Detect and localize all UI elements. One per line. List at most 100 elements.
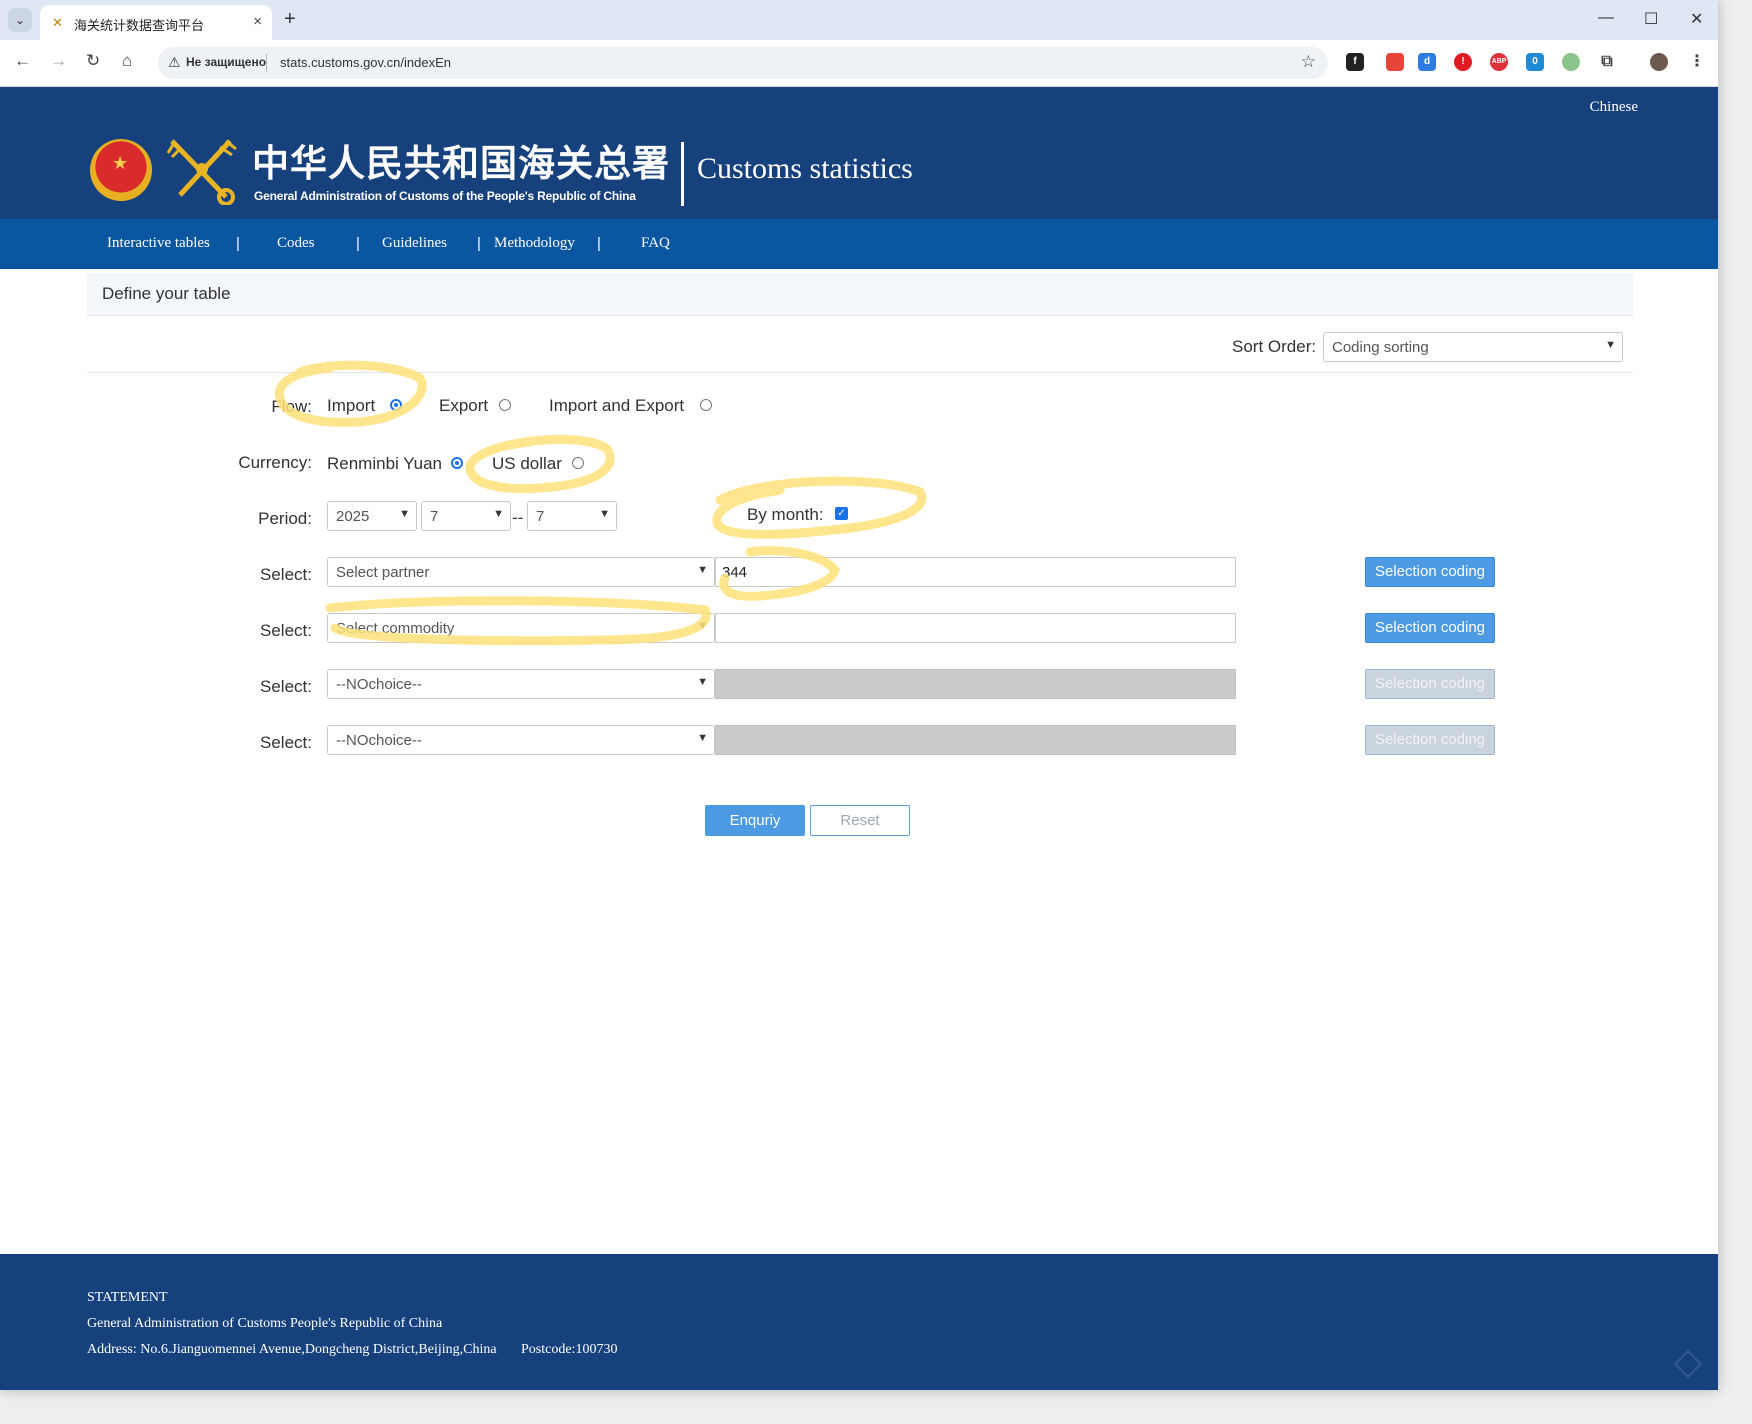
period-month-to-value: 7	[536, 508, 545, 525]
sort-order-select[interactable]: Coding sorting ▼	[1323, 332, 1623, 362]
flow-import-export-label[interactable]: Import and Export	[549, 396, 684, 416]
browser-tab[interactable]: ✕ 海关统计数据查询平台 ×	[40, 5, 272, 40]
third-dimension-value: --NOchoice--	[336, 676, 422, 693]
nav-faq[interactable]: FAQ	[641, 235, 670, 252]
nav-separator: |	[236, 235, 240, 252]
browser-window: ⌄ ✕ 海关统计数据查询平台 × + — ☐ ✕ ← → ↻ ⌂ ⚠ Не за…	[0, 0, 1718, 1390]
tab-title: 海关统计数据查询平台	[74, 18, 205, 33]
period-label: Period:	[258, 509, 312, 528]
reset-button[interactable]: Reset	[810, 805, 910, 836]
new-tab-icon[interactable]: +	[284, 8, 296, 31]
select-label: Select:	[260, 677, 312, 696]
period-month-from-value: 7	[430, 508, 439, 525]
extension-icon[interactable]	[1562, 53, 1580, 71]
extensions-puzzle-icon[interactable]: ⧉	[1598, 53, 1616, 71]
select-label: Select:	[260, 565, 312, 584]
currency-usd-label[interactable]: US dollar	[492, 454, 562, 474]
nav-separator: |	[597, 235, 601, 252]
url-text[interactable]: stats.customs.gov.cn/indexEn	[280, 55, 451, 70]
menu-kebab-icon[interactable]: ⋮	[1688, 53, 1706, 71]
third-dimension-code-input[interactable]	[715, 669, 1236, 699]
partner-selection-coding-button[interactable]: Selection coding	[1365, 557, 1495, 587]
chevron-down-icon: ▼	[697, 676, 708, 688]
flow-import-label[interactable]: Import	[327, 396, 375, 416]
sort-order-label: Sort Order:	[1232, 337, 1317, 356]
nav-codes[interactable]: Codes	[277, 235, 315, 252]
back-icon[interactable]: ←	[14, 51, 31, 71]
address-divider	[266, 54, 267, 72]
chevron-down-icon: ▼	[1605, 339, 1616, 351]
maximize-icon[interactable]: ☐	[1644, 9, 1658, 29]
commodity-selection-coding-button[interactable]: Selection coding	[1365, 613, 1495, 643]
chevron-down-icon: ▼	[697, 564, 708, 576]
by-month-checkbox[interactable]: ✓	[835, 507, 848, 520]
currency-usd-radio[interactable]	[572, 457, 584, 469]
home-icon[interactable]: ⌂	[122, 51, 132, 71]
chinese-title: 中华人民共和国海关总署	[252, 141, 670, 185]
forward-icon[interactable]: →	[50, 51, 67, 71]
tab-search-button[interactable]: ⌄	[8, 8, 32, 32]
site-footer: STATEMENT General Administration of Cust…	[0, 1254, 1718, 1390]
footer-postcode: Postcode:100730	[521, 1342, 618, 1357]
select-label: Select:	[260, 621, 312, 640]
fourth-dimension-value: --NOchoice--	[336, 732, 422, 749]
fourth-selection-coding-button[interactable]: Selection coding	[1365, 725, 1495, 755]
browser-toolbar: ← → ↻ ⌂ ⚠ Не защищено stats.customs.gov.…	[0, 40, 1718, 87]
minimize-icon[interactable]: —	[1598, 9, 1614, 27]
flow-import-radio[interactable]	[390, 399, 402, 411]
select-label: Select:	[260, 733, 312, 752]
by-month-label: By month:	[747, 505, 824, 524]
scroll-top-icon[interactable]	[1673, 1349, 1703, 1379]
footer-organization: General Administration of Customs People…	[87, 1316, 443, 1331]
footer-statement: STATEMENT	[87, 1290, 168, 1305]
nav-guidelines[interactable]: Guidelines	[382, 235, 447, 252]
commodity-select[interactable]: Select commodity ▼	[327, 613, 715, 643]
tab-close-icon[interactable]: ×	[253, 13, 262, 30]
extension-icon[interactable]: d	[1418, 53, 1436, 71]
chevron-down-icon: ▼	[697, 620, 708, 632]
currency-rmb-radio[interactable]	[451, 457, 463, 469]
profile-avatar[interactable]	[1650, 53, 1668, 71]
partner-select[interactable]: Select partner ▼	[327, 557, 715, 587]
language-switch-link[interactable]: Chinese	[1590, 99, 1638, 116]
period-year-select[interactable]: 2025 ▼	[327, 501, 417, 531]
fourth-dimension-code-input[interactable]	[715, 725, 1236, 755]
address-bar[interactable]: ⚠ Не защищено stats.customs.gov.cn/index…	[158, 47, 1328, 79]
nav-methodology[interactable]: Methodology	[494, 235, 575, 252]
not-secure-icon[interactable]: ⚠	[168, 54, 181, 71]
enquiry-button[interactable]: Enquriy	[705, 805, 805, 836]
flow-export-radio[interactable]	[499, 399, 511, 411]
security-label[interactable]: Не защищено	[186, 55, 266, 69]
commodity-code-input[interactable]	[715, 613, 1236, 643]
section-header: Define your table	[87, 273, 1633, 316]
nav-separator: |	[477, 235, 481, 252]
extension-icon[interactable]: !	[1454, 53, 1472, 71]
nav-interactive-tables[interactable]: Interactive tables	[107, 235, 210, 252]
reload-icon[interactable]: ↻	[86, 51, 100, 71]
flow-import-export-radio[interactable]	[700, 399, 712, 411]
site-header: Chinese ★ 中华人民共和国海关总署 General Administra…	[0, 87, 1718, 219]
extension-icon[interactable]: 0	[1526, 53, 1544, 71]
period-month-to-select[interactable]: 7 ▼	[527, 501, 617, 531]
header-divider	[681, 142, 684, 206]
third-selection-coding-button[interactable]: Selection coding	[1365, 669, 1495, 699]
window-close-icon[interactable]: ✕	[1690, 9, 1703, 29]
flow-export-label[interactable]: Export	[439, 396, 488, 416]
adblock-icon[interactable]: ABP	[1490, 53, 1508, 71]
partner-code-input[interactable]: 344	[715, 557, 1236, 587]
extension-icon[interactable]: f	[1346, 53, 1364, 71]
chevron-down-icon: ▼	[399, 508, 410, 520]
currency-rmb-label[interactable]: Renminbi Yuan	[327, 454, 442, 474]
commodity-select-value: Select commodity	[336, 620, 455, 637]
extension-icon[interactable]	[1386, 53, 1404, 71]
fourth-dimension-select[interactable]: --NOchoice-- ▼	[327, 725, 715, 755]
nav-separator: |	[356, 235, 360, 252]
chevron-down-icon: ▼	[697, 732, 708, 744]
period-year-value: 2025	[336, 508, 370, 525]
customs-keys-emblem-icon	[166, 139, 237, 205]
site-title: Customs statistics	[697, 152, 913, 185]
period-month-from-select[interactable]: 7 ▼	[421, 501, 511, 531]
bookmark-star-icon[interactable]: ☆	[1301, 52, 1316, 72]
third-dimension-select[interactable]: --NOchoice-- ▼	[327, 669, 715, 699]
tab-strip: ⌄ ✕ 海关统计数据查询平台 × + — ☐ ✕	[0, 0, 1718, 40]
